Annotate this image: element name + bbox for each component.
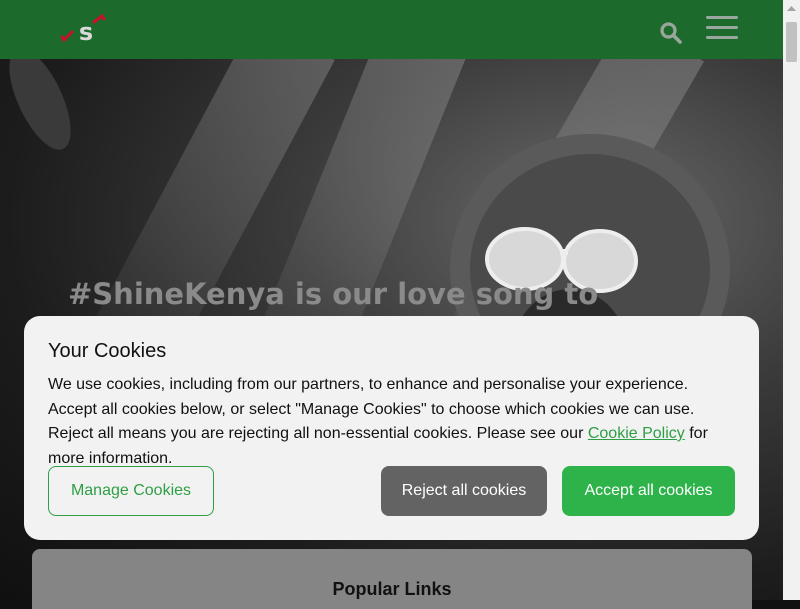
scrollbar-thumb[interactable] bbox=[786, 22, 797, 62]
scroll-up-arrow-icon[interactable] bbox=[783, 0, 800, 17]
popular-links-section: Popular Links bbox=[32, 549, 752, 609]
logo-icon[interactable]: s bbox=[58, 10, 112, 50]
menu-bar bbox=[706, 36, 738, 39]
search-icon[interactable] bbox=[658, 20, 684, 46]
microphone-stand-image bbox=[9, 59, 71, 150]
page-scrollbar[interactable] bbox=[783, 0, 800, 600]
cookie-dialog-title: Your Cookies bbox=[48, 340, 167, 362]
cookie-dialog-body: We use cookies, including from our partn… bbox=[48, 373, 738, 471]
svg-text:s: s bbox=[79, 18, 93, 46]
manage-cookies-button[interactable]: Manage Cookies bbox=[48, 466, 214, 516]
menu-bar bbox=[706, 16, 738, 19]
reject-all-cookies-button[interactable]: Reject all cookies bbox=[381, 466, 547, 516]
accept-all-cookies-button[interactable]: Accept all cookies bbox=[562, 466, 735, 516]
site-header: s bbox=[0, 0, 783, 59]
menu-bar bbox=[706, 26, 738, 29]
hero-headline: #ShineKenya is our love song to bbox=[68, 277, 599, 311]
cookie-policy-link[interactable]: Cookie Policy bbox=[588, 425, 685, 442]
cookie-consent-dialog: Your Cookies We use cookies, including f… bbox=[24, 316, 759, 540]
hamburger-menu-icon[interactable] bbox=[704, 16, 740, 44]
popular-links-title: Popular Links bbox=[332, 579, 452, 599]
